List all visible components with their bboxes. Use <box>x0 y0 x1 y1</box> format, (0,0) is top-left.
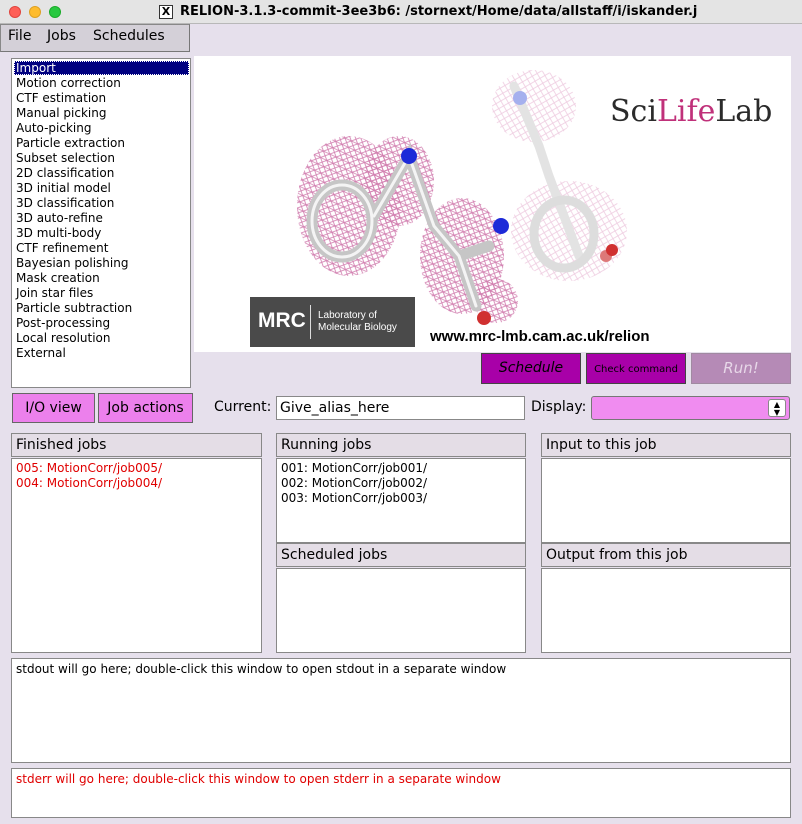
close-window-button[interactable] <box>9 6 21 18</box>
minimize-window-button[interactable] <box>29 6 41 18</box>
list-item[interactable]: 005: MotionCorr/job005/ <box>16 461 162 476</box>
menu-jobs[interactable]: Jobs <box>47 28 76 44</box>
alias-input[interactable] <box>276 396 525 420</box>
run-button[interactable]: Run! <box>691 353 791 384</box>
job-type-ctf-refinement[interactable]: CTF refinement <box>16 241 108 256</box>
list-item[interactable]: 004: MotionCorr/job004/ <box>16 476 162 491</box>
job-type-2d-classification[interactable]: 2D classification <box>16 166 114 181</box>
menu-schedules[interactable]: Schedules <box>93 28 165 44</box>
display-label: Display: <box>531 399 587 415</box>
job-type-motion-correction[interactable]: Motion correction <box>16 76 121 91</box>
input-to-job-list[interactable] <box>541 458 791 543</box>
scheduled-jobs-list[interactable] <box>276 568 526 653</box>
mrc-logo: MRC Laboratory of Molecular Biology <box>250 297 415 347</box>
list-item[interactable]: 002: MotionCorr/job002/ <box>281 476 427 491</box>
stdout-panel[interactable]: stdout will go here; double-click this w… <box>11 658 791 763</box>
window-title: RELION-3.1.3-commit-3ee3b6: /stornext/Ho… <box>180 4 698 19</box>
running-jobs-header: Running jobs <box>276 433 526 457</box>
list-item[interactable]: 003: MotionCorr/job003/ <box>281 491 427 506</box>
select-arrows-icon[interactable]: ▲ ▼ <box>768 399 786 417</box>
job-type-local-resolution[interactable]: Local resolution <box>16 331 111 346</box>
stdout-text: stdout will go here; double-click this w… <box>16 662 507 676</box>
job-type-3d-initial-model[interactable]: 3D initial model <box>16 181 111 196</box>
display-select[interactable] <box>591 396 790 420</box>
scilifelab-logo: SciLifeLab <box>610 94 773 129</box>
job-type-auto-picking[interactable]: Auto-picking <box>16 121 91 136</box>
job-type-post-processing[interactable]: Post-processing <box>16 316 110 331</box>
current-label: Current: <box>214 399 272 415</box>
stderr-panel[interactable]: stderr will go here; double-click this w… <box>11 768 791 818</box>
job-type-particle-subtraction[interactable]: Particle subtraction <box>16 301 132 316</box>
job-type-import[interactable]: Import <box>16 61 56 76</box>
x11-icon: X <box>159 5 173 19</box>
job-type-3d-multi-body[interactable]: 3D multi-body <box>16 226 101 241</box>
running-jobs-list[interactable]: 001: MotionCorr/job001/ 002: MotionCorr/… <box>276 458 526 543</box>
output-from-job-list[interactable] <box>541 568 791 653</box>
job-type-3d-auto-refine[interactable]: 3D auto-refine <box>16 211 103 226</box>
job-type-manual-picking[interactable]: Manual picking <box>16 106 106 121</box>
finished-jobs-list[interactable]: 005: MotionCorr/job005/ 004: MotionCorr/… <box>11 458 262 653</box>
io-view-button[interactable]: I/O view <box>12 393 95 423</box>
job-type-subset-selection[interactable]: Subset selection <box>16 151 115 166</box>
job-type-list[interactable]: Import Motion correction CTF estimation Man… <box>11 58 191 388</box>
check-command-button[interactable]: Check command <box>586 353 686 384</box>
banner-image: SciLifeLab MRC Laboratory of Molecular Bi… <box>194 56 791 352</box>
menu-file[interactable]: File <box>8 28 31 44</box>
maximize-window-button[interactable] <box>49 6 61 18</box>
job-type-mask-creation[interactable]: Mask creation <box>16 271 100 286</box>
list-item[interactable]: 001: MotionCorr/job001/ <box>281 461 427 476</box>
relion-url: www.mrc-lmb.cam.ac.uk/relion <box>430 328 650 345</box>
job-type-particle-extraction[interactable]: Particle extraction <box>16 136 125 151</box>
job-type-bayesian-polishing[interactable]: Bayesian polishing <box>16 256 128 271</box>
finished-jobs-header: Finished jobs <box>11 433 262 457</box>
stderr-text: stderr will go here; double-click this w… <box>16 772 501 786</box>
job-type-external[interactable]: External <box>16 346 66 361</box>
job-type-ctf-estimation[interactable]: CTF estimation <box>16 91 106 106</box>
schedule-button[interactable]: Schedule <box>481 353 581 384</box>
input-to-job-header: Input to this job <box>541 433 791 457</box>
scheduled-jobs-header: Scheduled jobs <box>276 543 526 567</box>
job-type-join-star-files[interactable]: Join star files <box>16 286 93 301</box>
job-actions-button[interactable]: Job actions <box>98 393 193 423</box>
output-from-job-header: Output from this job <box>541 543 791 567</box>
job-type-3d-classification[interactable]: 3D classification <box>16 196 114 211</box>
